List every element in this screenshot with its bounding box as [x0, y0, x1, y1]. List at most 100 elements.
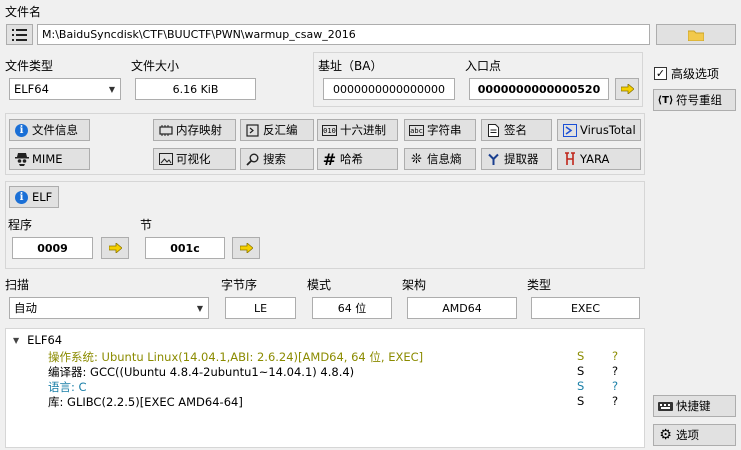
checkbox-icon: ✓	[654, 66, 667, 80]
entropy-button[interactable]: ❊ 信息熵	[404, 148, 476, 170]
base-address-label: 基址（BA）	[318, 59, 383, 73]
spy-icon	[14, 152, 29, 167]
file-info-label: 文件信息	[32, 123, 78, 137]
chevron-down-icon: ▼	[196, 303, 204, 313]
search-icon	[245, 152, 260, 167]
chevron-down-icon: ▼	[13, 335, 20, 345]
tree-row-os[interactable]: 操作系统: Ubuntu Linux(14.04.1,ABI: 2.6.24)[…	[48, 349, 423, 365]
hash-button[interactable]: # 哈希	[317, 148, 398, 170]
options-label: 选项	[676, 428, 699, 442]
info-icon: i	[14, 190, 29, 205]
program-go-button[interactable]	[101, 237, 129, 259]
browse-button[interactable]	[656, 24, 736, 45]
search-label: 搜索	[263, 152, 286, 166]
scan-mode-value: 自动	[14, 301, 37, 315]
signatures-label: 签名	[504, 123, 527, 137]
file-type-select[interactable]: ELF64 ▼	[9, 78, 121, 100]
section-label: 节	[140, 218, 153, 232]
virustotal-icon	[562, 123, 577, 138]
architecture-field: AMD64	[407, 297, 517, 319]
results-tree[interactable]: ▼ ELF64 操作系统: Ubuntu Linux(14.04.1,ABI: …	[5, 328, 645, 448]
memory-icon	[158, 123, 173, 138]
advanced-options-checkbox[interactable]: ✓ 高级选项	[654, 64, 738, 82]
tree-root[interactable]: ▼ ELF64	[13, 333, 62, 347]
file-path-field[interactable]: M:\BaiduSyncdisk\CTF\BUUCTF\PWN\warmup_c…	[37, 24, 650, 45]
extractor-icon	[486, 152, 501, 167]
hash-label: 哈希	[340, 152, 363, 166]
architecture-label: 架构	[402, 278, 427, 292]
list-icon	[12, 28, 27, 41]
file-type-label: 文件类型	[5, 59, 54, 73]
extractor-button[interactable]: 提取器	[481, 148, 552, 170]
tree-row-library[interactable]: 库: GLIBC(2.2.5)[EXEC AMD64-64]	[48, 394, 243, 410]
program-count-field: 0009	[12, 237, 93, 259]
visualization-label: 可视化	[176, 152, 211, 166]
arrow-right-icon	[239, 243, 253, 253]
entropy-icon: ❊	[411, 151, 422, 167]
symbol-demangle-button[interactable]: ⟨T⟩ 符号重组	[653, 89, 736, 111]
tree-row-language[interactable]: 语言: C	[48, 379, 87, 395]
elf-button[interactable]: i ELF	[9, 186, 59, 208]
arrow-right-icon	[108, 243, 122, 253]
tree-row-compiler-s[interactable]: S	[577, 364, 584, 378]
entropy-label: 信息熵	[427, 152, 462, 166]
yara-button[interactable]: YARA	[557, 148, 641, 170]
mode-field: 64 位	[312, 297, 392, 319]
virustotal-button[interactable]: VirusTotal	[557, 119, 641, 141]
svg-text:010: 010	[323, 127, 336, 135]
strings-button[interactable]: abc 字符串	[404, 119, 476, 141]
svg-text:abc: abc	[410, 127, 423, 135]
image-icon	[158, 152, 173, 167]
search-button[interactable]: 搜索	[240, 148, 314, 170]
info-icon: i	[14, 123, 29, 138]
base-address-field[interactable]: 0000000000000000	[323, 78, 455, 100]
disassembly-icon	[245, 123, 260, 138]
mime-button[interactable]: MIME	[9, 148, 90, 170]
virustotal-label: VirusTotal	[580, 123, 636, 137]
file-name-label: 文件名	[5, 5, 42, 19]
hex-label: 十六进制	[340, 123, 386, 137]
hex-button[interactable]: 010 十六进制	[317, 119, 398, 141]
chevron-down-icon: ▼	[108, 84, 116, 94]
endianness-label: 字节序	[221, 278, 258, 292]
strings-icon: abc	[409, 123, 424, 138]
tree-row-library-q[interactable]: ?	[612, 394, 618, 408]
section-count-field: 001c	[145, 237, 225, 259]
extractor-label: 提取器	[504, 152, 539, 166]
folder-icon	[688, 30, 704, 41]
tree-row-os-s[interactable]: S	[577, 349, 584, 363]
gear-icon: ⚙	[659, 427, 672, 443]
file-size-label: 文件大小	[131, 59, 180, 73]
arrow-right-icon	[620, 84, 634, 94]
disassembly-button[interactable]: 反汇编	[240, 119, 314, 141]
tree-row-compiler-q[interactable]: ?	[612, 364, 618, 378]
brackets-icon: ⟨T⟩	[657, 94, 674, 106]
signatures-button[interactable]: 签名	[481, 119, 552, 141]
memory-map-button[interactable]: 内存映射	[153, 119, 236, 141]
shortcuts-button[interactable]: 快捷键	[653, 395, 736, 417]
tree-root-label: ELF64	[27, 333, 63, 347]
tree-row-os-q[interactable]: ?	[612, 349, 618, 363]
visualization-button[interactable]: 可视化	[153, 148, 236, 170]
endianness-field: LE	[225, 297, 296, 319]
tree-row-library-s[interactable]: S	[577, 394, 584, 408]
file-info-button[interactable]: i 文件信息	[9, 119, 90, 141]
program-label: 程序	[8, 218, 33, 232]
keyboard-icon	[658, 399, 673, 414]
tree-row-language-q[interactable]: ?	[612, 379, 618, 393]
yara-icon	[562, 152, 577, 167]
menu-button[interactable]	[6, 24, 33, 45]
symbol-demangle-label: 符号重组	[676, 93, 722, 107]
entry-point-go-button[interactable]	[615, 78, 639, 100]
options-button[interactable]: ⚙ 选项	[653, 424, 736, 446]
tree-row-compiler[interactable]: 编译器: GCC((Ubuntu 4.8.4-2ubuntu1~14.04.1)…	[48, 364, 354, 380]
entry-point-field[interactable]: 0000000000000520	[469, 78, 609, 100]
scan-mode-select[interactable]: 自动 ▼	[9, 297, 209, 319]
advanced-options-label: 高级选项	[671, 66, 720, 81]
entry-point-label: 入口点	[465, 59, 502, 73]
mime-label: MIME	[32, 152, 63, 166]
section-go-button[interactable]	[232, 237, 260, 259]
tree-row-language-s[interactable]: S	[577, 379, 584, 393]
scan-label: 扫描	[5, 278, 30, 292]
hash-icon: #	[322, 149, 337, 169]
